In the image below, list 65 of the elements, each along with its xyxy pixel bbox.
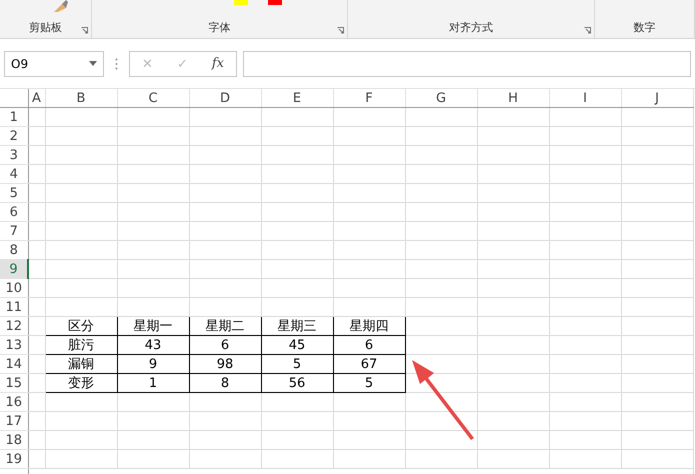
highlight-color-swatch[interactable] bbox=[234, 0, 248, 5]
table-cell: 区分 bbox=[45, 316, 117, 336]
row-header[interactable]: 16 bbox=[0, 392, 28, 412]
row-header[interactable]: 4 bbox=[0, 164, 28, 184]
table-cell: 1 bbox=[117, 374, 189, 392]
table-cell: 8 bbox=[189, 374, 261, 392]
column-header[interactable]: A bbox=[28, 89, 45, 108]
row-header[interactable]: 2 bbox=[0, 126, 28, 146]
table-cell: 变形 bbox=[45, 374, 117, 392]
table-cell: 星期一 bbox=[117, 316, 189, 336]
row-header[interactable]: 14 bbox=[0, 354, 28, 374]
font-color-swatch[interactable] bbox=[268, 0, 282, 5]
table-cell: 43 bbox=[117, 336, 189, 354]
table-cell: 星期四 bbox=[333, 316, 405, 336]
group-label: 字体 bbox=[208, 20, 230, 35]
column-header[interactable]: F bbox=[333, 89, 405, 108]
row-header[interactable]: 6 bbox=[0, 202, 28, 222]
group-label: 数字 bbox=[634, 20, 656, 35]
column-header[interactable]: H bbox=[477, 89, 549, 108]
column-header[interactable]: J bbox=[621, 89, 693, 108]
column-header[interactable]: G bbox=[405, 89, 477, 108]
row-header[interactable]: 19 bbox=[0, 450, 28, 468]
group-label: 剪贴板 bbox=[29, 20, 62, 35]
paintbrush-icon[interactable] bbox=[52, 0, 68, 12]
name-box[interactable]: O9 bbox=[4, 50, 104, 76]
table-cell: 星期二 bbox=[189, 316, 261, 336]
table-cell: 星期三 bbox=[261, 316, 333, 336]
table-cell: 漏铜 bbox=[45, 354, 117, 374]
table-cell: 5 bbox=[261, 354, 333, 374]
row-header[interactable]: 9 bbox=[0, 260, 28, 278]
column-header[interactable]: C bbox=[117, 89, 189, 108]
row-header[interactable]: 11 bbox=[0, 298, 28, 316]
table-cell: 6 bbox=[189, 336, 261, 354]
table-cell: 6 bbox=[333, 336, 405, 354]
formula-input-field[interactable] bbox=[243, 50, 691, 76]
table-cell: 56 bbox=[261, 374, 333, 392]
column-header[interactable]: D bbox=[189, 89, 261, 108]
table-cell: 5 bbox=[333, 374, 405, 392]
column-header[interactable]: B bbox=[45, 89, 117, 108]
dropdown-caret-icon[interactable] bbox=[89, 61, 97, 66]
row-header[interactable]: 3 bbox=[0, 146, 28, 164]
row-header[interactable]: 17 bbox=[0, 412, 28, 430]
group-label: 对齐方式 bbox=[449, 20, 493, 35]
row-header[interactable]: 7 bbox=[0, 222, 28, 240]
cell-reference: O9 bbox=[11, 56, 28, 70]
dialog-launcher-icon[interactable] bbox=[337, 27, 344, 34]
row-header[interactable]: 18 bbox=[0, 430, 28, 450]
table-cell: 45 bbox=[261, 336, 333, 354]
dialog-launcher-icon[interactable] bbox=[81, 27, 88, 34]
row-header[interactable]: 1 bbox=[0, 108, 28, 126]
table-cell: 67 bbox=[333, 354, 405, 374]
row-header[interactable]: 15 bbox=[0, 374, 28, 392]
table-cell: 9 bbox=[117, 354, 189, 374]
table-cell: 98 bbox=[189, 354, 261, 374]
table-cell: 脏污 bbox=[45, 336, 117, 354]
row-header[interactable]: 8 bbox=[0, 240, 28, 260]
row-header[interactable]: 12 bbox=[0, 316, 28, 336]
drag-handle-icon[interactable] bbox=[115, 58, 118, 70]
insert-function-button[interactable]: fx bbox=[208, 56, 228, 71]
row-header[interactable]: 5 bbox=[0, 184, 28, 202]
row-header[interactable]: 13 bbox=[0, 336, 28, 354]
dialog-launcher-icon[interactable] bbox=[584, 27, 591, 34]
row-header[interactable]: 10 bbox=[0, 278, 28, 298]
column-header[interactable]: I bbox=[549, 89, 621, 108]
column-header[interactable]: E bbox=[261, 89, 333, 108]
